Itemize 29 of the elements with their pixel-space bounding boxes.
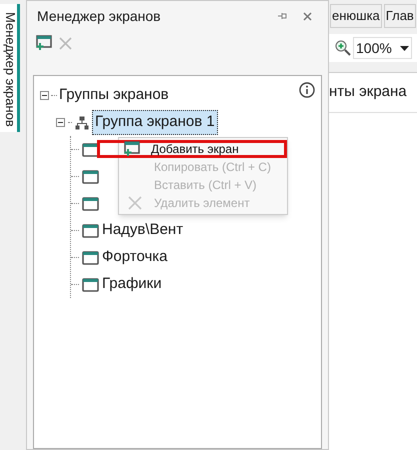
close-icon[interactable] bbox=[303, 12, 312, 20]
document-tab[interactable]: Глав bbox=[384, 4, 416, 28]
screen-icon bbox=[82, 142, 99, 156]
delete-icon bbox=[126, 196, 144, 210]
collapse-icon[interactable] bbox=[56, 118, 65, 127]
screen-icon bbox=[82, 170, 99, 184]
tree-item[interactable]: Группы экранов bbox=[59, 84, 169, 107]
add-screen-icon[interactable] bbox=[35, 35, 53, 51]
tree-item[interactable]: Форточка bbox=[102, 246, 168, 269]
collapse-icon[interactable] bbox=[40, 91, 49, 100]
zoom-icon[interactable] bbox=[335, 40, 351, 56]
tree-item[interactable]: Группа экранов 1 bbox=[92, 110, 218, 135]
tree-item[interactable]: Графики bbox=[102, 273, 162, 296]
screen-icon bbox=[82, 250, 99, 264]
info-icon[interactable] bbox=[299, 82, 315, 98]
pin-icon[interactable] bbox=[277, 12, 287, 20]
side-tab[interactable]: Менеджер экранов bbox=[0, 4, 20, 132]
panel-title: Менеджер экранов bbox=[37, 6, 162, 26]
screen-icon bbox=[82, 196, 99, 210]
menu-item[interactable]: Добавить экран bbox=[97, 140, 287, 158]
zoom-dropdown[interactable]: 100% bbox=[353, 37, 412, 59]
hierarchy-icon bbox=[75, 116, 89, 130]
screen-icon bbox=[82, 224, 99, 238]
section-title: нты экрана bbox=[329, 82, 407, 102]
document-tab[interactable]: енюшка bbox=[330, 4, 382, 28]
tree-item[interactable]: Надув\Вент bbox=[102, 219, 184, 242]
caret-icon bbox=[400, 46, 409, 50]
add-screen-icon bbox=[123, 141, 141, 157]
screen-icon bbox=[82, 278, 99, 292]
